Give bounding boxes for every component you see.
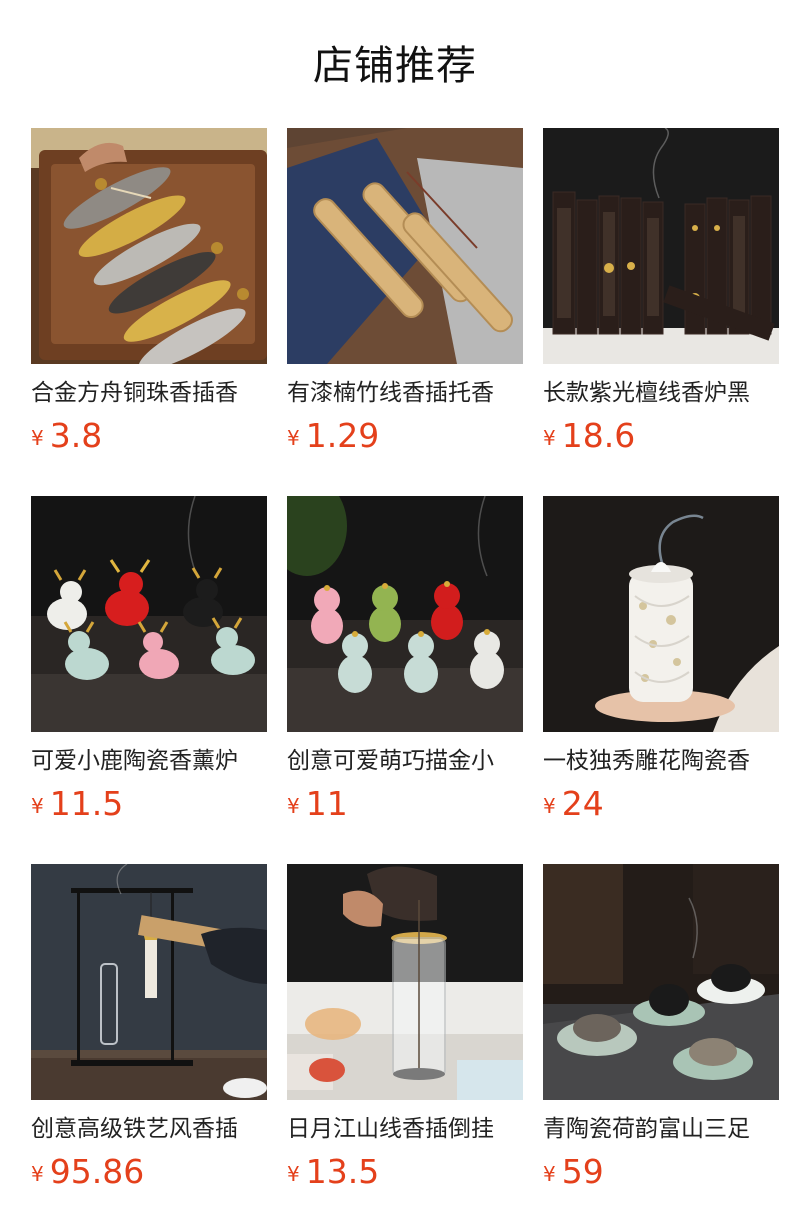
currency-symbol: ¥ — [31, 426, 44, 450]
product-grid: 合金方舟铜珠香插香 ¥3.8 有漆楠竹线香插托香 ¥ 1.29 长款紫光檀线香炉… — [31, 128, 779, 1232]
product-name[interactable]: 一枝独秀雕花陶瓷香 — [543, 745, 779, 777]
page-title: 店铺推荐 — [313, 43, 477, 89]
product-image[interactable] — [31, 864, 267, 1100]
product-price: ¥59 — [543, 1152, 604, 1196]
product-name[interactable]: 合金方舟铜珠香插香 — [31, 377, 267, 409]
product-image[interactable] — [287, 128, 523, 364]
currency-symbol: ¥ — [543, 794, 556, 818]
currency-symbol: ¥ — [543, 426, 556, 450]
product-card[interactable]: 长款紫光檀线香炉黑 ¥18.6 — [543, 128, 779, 496]
product-price: ¥95.86 — [31, 1152, 144, 1196]
currency-symbol: ¥ — [287, 1162, 300, 1186]
product-name[interactable]: 青陶瓷荷韵富山三足 — [543, 1113, 779, 1145]
product-name[interactable]: 创意可爱萌巧描金小 — [287, 745, 523, 777]
product-price: ¥1.29 — [287, 416, 379, 460]
product-image[interactable] — [543, 864, 779, 1100]
product-name[interactable]: 长款紫光檀线香炉黑 — [543, 377, 779, 409]
product-card[interactable]: 创意可爱萌巧描金小 ¥11 — [287, 496, 523, 864]
product-name[interactable]: 日月江山线香插倒挂 — [287, 1113, 523, 1145]
product-name[interactable]: 创意高级铁艺风香插 — [31, 1113, 267, 1145]
product-card[interactable]: 日月江山线香插倒挂 ¥13.5 — [287, 864, 523, 1232]
product-price: ¥13.5 — [287, 1152, 379, 1196]
product-image[interactable] — [543, 128, 779, 364]
price-value: 13.5 — [305, 1152, 380, 1191]
product-price: ¥11.5 — [31, 784, 123, 828]
price-value: 11.5 — [49, 784, 124, 823]
product-name[interactable]: 可爱小鹿陶瓷香薰炉 — [31, 745, 267, 777]
product-image[interactable] — [287, 496, 523, 732]
product-card[interactable]: 青陶瓷荷韵富山三足 ¥59 — [543, 864, 779, 1232]
price-value: 3.8 — [49, 416, 103, 455]
price-value: 95.86 — [49, 1152, 145, 1191]
product-image[interactable] — [287, 864, 523, 1100]
price-value: 59 — [561, 1152, 604, 1191]
product-card[interactable]: 可爱小鹿陶瓷香薰炉 ¥11.5 — [31, 496, 267, 864]
currency-symbol: ¥ — [543, 1162, 556, 1186]
product-price: ¥24 — [543, 784, 604, 828]
product-image[interactable] — [31, 496, 267, 732]
currency-symbol: ¥ — [287, 426, 300, 450]
currency-symbol: ¥ — [287, 794, 300, 818]
product-card[interactable]: 合金方舟铜珠香插香 ¥3.8 — [31, 128, 267, 496]
product-price: ¥3.8 — [31, 416, 102, 460]
shop-recommendations-page: 店铺推荐 合金方舟铜珠香插香 ¥ 3.8 有漆楠竹线香插托香 ¥ 1.29 长款… — [0, 0, 790, 1232]
product-image[interactable] — [543, 496, 779, 732]
product-card[interactable]: 创意高级铁艺风香插 ¥95.86 — [31, 864, 267, 1232]
currency-symbol: ¥ — [31, 1162, 44, 1186]
product-card[interactable]: 有漆楠竹线香插托香 ¥1.29 — [287, 128, 523, 496]
product-price: ¥18.6 — [543, 416, 635, 460]
price-value: 24 — [561, 784, 604, 823]
price-value: 18.6 — [561, 416, 636, 455]
price-value: 11 — [305, 784, 348, 823]
product-card[interactable]: 一枝独秀雕花陶瓷香 ¥24 — [543, 496, 779, 864]
product-price: ¥11 — [287, 784, 348, 828]
product-image[interactable] — [31, 128, 267, 364]
price-value: 1.29 — [305, 416, 380, 455]
product-name[interactable]: 有漆楠竹线香插托香 — [287, 377, 523, 409]
currency-symbol: ¥ — [31, 794, 44, 818]
